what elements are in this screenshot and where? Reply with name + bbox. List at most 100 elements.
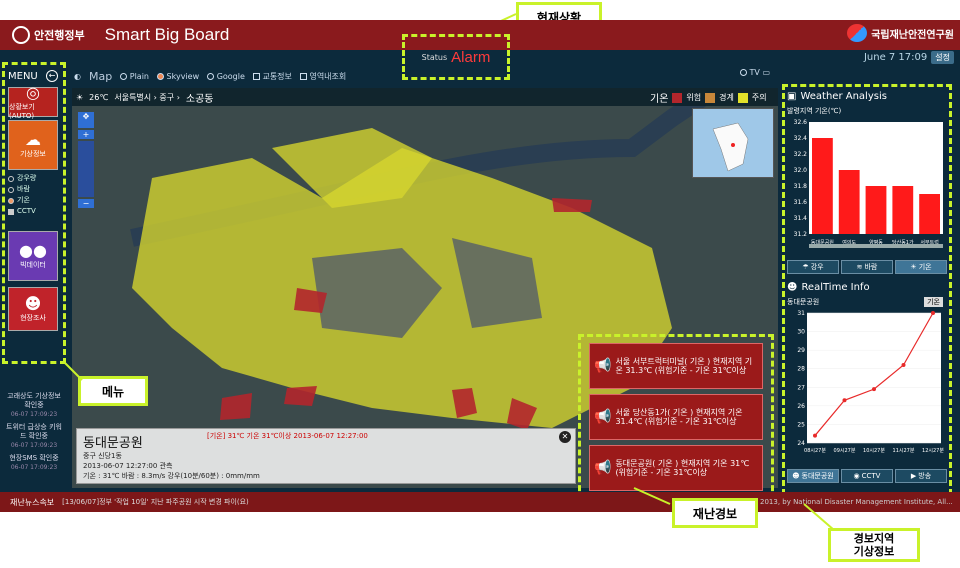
annotation-line-region [803, 503, 835, 531]
legend-danger-swatch [672, 92, 683, 103]
menu-button-label: 현장조사 [20, 314, 46, 322]
x-tick-label: 11시27분 [893, 448, 915, 454]
data-point [931, 311, 935, 315]
y-tick-label: 30 [797, 329, 805, 336]
x-tick-label: 12시27분 [922, 448, 944, 454]
weather-analysis-header: ▣ Weather Analysis [787, 89, 947, 103]
check-traffic[interactable]: 교통정보 [252, 71, 292, 82]
realtime-station: 동대문공원 [787, 298, 820, 306]
tab-rain[interactable]: ☂ 강우 [787, 260, 839, 274]
alert-text: 동대문공원( 기온 ) 현재지역 기온 31℃ (위험기준 - 기온 31℃이상 [615, 459, 750, 477]
weather-submenu: 강우량 바람 기온 CCTV [8, 173, 58, 217]
data-point [901, 363, 906, 367]
y-tick-label: 32.6 [794, 119, 808, 126]
institute-emblem-icon [847, 24, 868, 42]
current-date: June 7 17:09 [863, 52, 928, 63]
pan-control-icon[interactable]: ✥ [78, 112, 94, 128]
megaphone-icon: 📢 [594, 357, 612, 374]
option-label: Google [216, 71, 245, 81]
checkbox-icon [299, 72, 307, 80]
submenu-wind[interactable]: 바람 [8, 184, 58, 195]
back-arrow-icon[interactable]: ← [46, 70, 58, 82]
minimap[interactable] [692, 108, 774, 178]
settings-button[interactable]: 설정 [931, 51, 954, 64]
person-bubble-icon: ☻ [24, 294, 42, 313]
plot-area [807, 313, 941, 443]
x-tick-label: 10시27분 [863, 448, 885, 454]
annotation-line-menu [63, 361, 83, 381]
menu-field-survey-button[interactable]: ☻ 현장조사 [8, 287, 58, 331]
radio-icon [8, 175, 14, 182]
radio-icon [207, 72, 215, 80]
menu-bigdata-button[interactable]: ●● 빅데이터 [8, 231, 58, 281]
legend-label: 주의 [751, 93, 767, 102]
tv-icon: ▭ [762, 68, 771, 77]
radio-icon [740, 69, 747, 76]
realtime-station-row: 동대문공원 기온 [787, 297, 947, 307]
radio-icon [8, 186, 14, 193]
x-tick-label: 09시27분 [834, 448, 856, 454]
map-title: Map [88, 69, 113, 83]
legend-label: 위험 [686, 93, 702, 102]
y-tick-label: 26 [797, 403, 805, 410]
tab-label: 방송 [918, 472, 932, 480]
binoculars-icon: ◎ [26, 83, 40, 102]
data-point [813, 433, 817, 438]
y-tick-label: 31.8 [794, 183, 808, 190]
app-title: Smart Big Board [104, 25, 230, 44]
save-icon: ▣ [787, 90, 797, 102]
korea-minimap-icon [712, 122, 749, 172]
zoom-slider[interactable] [78, 141, 94, 197]
news-text[interactable]: [13/06/07]정부 '작업 10일' 지난 파주공원 시작 변경 파이(요… [62, 497, 249, 507]
weather-analysis-title: Weather Analysis [800, 90, 887, 102]
zoom-control: ✥ + − [78, 112, 94, 210]
legend-caution-swatch [737, 92, 748, 103]
menu-auto-view-button[interactable]: ◎ 상황보기 (AUTO) [8, 83, 58, 120]
org-logo: 안전행정부 [12, 26, 85, 44]
zoom-out-button[interactable]: − [78, 199, 94, 208]
zoom-in-button[interactable]: + [78, 130, 94, 139]
tab-cctv[interactable]: ◉ CCTV [841, 469, 893, 483]
station-observed-time: 2013-06-07 12:27:00 관측 [83, 462, 173, 470]
tab-broadcast[interactable]: ▶ 방송 [895, 469, 947, 483]
org-logo-text: 안전행정부 [34, 29, 85, 42]
annotation-menu: 메뉴 [78, 376, 148, 406]
submenu-rain[interactable]: 강우량 [8, 173, 58, 184]
station-address: 중구 신당1동 [83, 452, 122, 460]
submenu-temp[interactable]: 기온 [8, 195, 58, 206]
option-label: Plain [129, 71, 149, 81]
close-icon[interactable]: ✕ [559, 431, 571, 443]
tab-wind[interactable]: ≋ 바람 [841, 260, 893, 274]
y-tick-label: 32.0 [794, 167, 808, 174]
check-label: 교통정보 [262, 71, 292, 81]
check-area-search[interactable]: 영역내조회 [299, 71, 346, 82]
realtime-header: ☻ RealTime Info [787, 280, 947, 294]
tab-temperature[interactable]: ☀ 기온 [895, 260, 947, 274]
bar [865, 186, 887, 234]
side-status-time: 06-07 17:09:23 [10, 464, 58, 471]
person-icon: ☻ [792, 472, 800, 480]
option-google[interactable]: Google [207, 72, 245, 81]
option-skyview[interactable]: Skyview [157, 72, 199, 81]
y-tick-label: 32.4 [794, 135, 808, 142]
menu-button-label: 기상정보 [20, 150, 46, 158]
alert-text: 서울 당산동1가( 기온 ) 현재지역 기온 31.4℃ (위험기준 - 기온 … [615, 408, 743, 426]
realtime-variable-select[interactable]: 기온 [924, 297, 943, 307]
current-temp: 26℃ [89, 92, 109, 102]
submenu-cctv[interactable]: CCTV [8, 206, 58, 217]
menu-weather-button[interactable]: ☁ 기상정보 [8, 120, 58, 170]
alert-card[interactable]: 📢 서울 서부트럭터미널( 기온 ) 현재지역 기온 31.3℃ (위험기준 -… [589, 343, 763, 389]
cctv-icon: ◉ [853, 472, 860, 480]
alert-card[interactable]: 📢 서울 당산동1가( 기온 ) 현재지역 기온 31.4℃ (위험기준 - 기… [589, 394, 763, 440]
temperature-bar-chart: 31.231.431.631.832.032.232.432.6동대문공원 여의도… [794, 119, 943, 248]
option-label: Skyview [166, 71, 200, 81]
tab-label: 동대문공원 [801, 472, 834, 480]
tv-toggle[interactable]: TV ▭ [740, 68, 770, 77]
disaster-alert-panel: 📢 서울 서부트럭터미널( 기온 ) 현재지역 기온 31.3℃ (위험기준 -… [578, 334, 774, 500]
annotation-line-alert [633, 487, 671, 505]
map-location-bar: ☀ 26℃ 서울특별시 › 중구 › 소공동 기온 위험 경계 주의 [72, 88, 778, 106]
tab-station[interactable]: ☻ 동대문공원 [787, 469, 839, 483]
side-status-title: 현장SMS 확인중 [9, 454, 59, 462]
tv-label: TV [749, 68, 760, 77]
option-plain[interactable]: Plain [120, 72, 149, 81]
